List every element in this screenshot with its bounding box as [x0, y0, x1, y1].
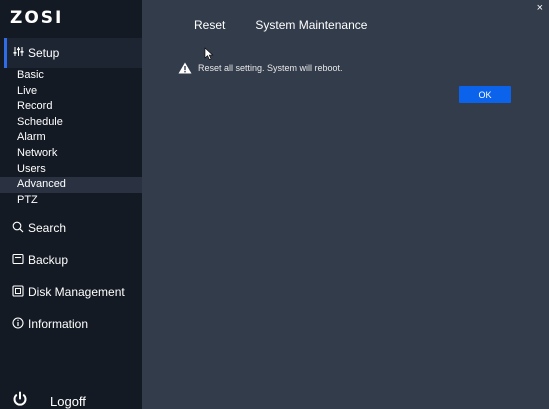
submenu-item-ptz[interactable]: PTZ	[0, 193, 142, 209]
submenu-item-alarm[interactable]: Alarm	[0, 130, 142, 146]
logoff-label: Logoff	[50, 393, 86, 409]
submenu-item-record[interactable]: Record	[0, 99, 142, 115]
submenu-item-network[interactable]: Network	[0, 146, 142, 162]
reset-warning: Reset all setting. System will reboot.	[178, 62, 343, 74]
sidebar-item-information[interactable]: Information	[0, 311, 142, 337]
main-panel: Reset System Maintenance × Reset all set…	[142, 0, 549, 409]
search-icon	[11, 221, 25, 236]
ok-button[interactable]: OK	[459, 86, 511, 103]
sidebar-item-backup[interactable]: Backup	[0, 247, 142, 273]
sidebar-item-label: Information	[28, 317, 89, 331]
sidebar-item-setup[interactable]: Setup	[4, 38, 142, 68]
app-window: ZOSI Setup Basic Live Record Schedule Al…	[0, 0, 549, 409]
logoff-button[interactable]: Logoff	[0, 388, 142, 409]
submenu-item-basic[interactable]: Basic	[0, 68, 142, 84]
setup-submenu: Basic Live Record Schedule Alarm Network…	[0, 68, 142, 208]
power-icon	[12, 391, 30, 409]
warning-icon	[178, 62, 192, 74]
sidebar-item-label: Disk Management	[28, 285, 125, 299]
tab-system-maintenance[interactable]: System Maintenance	[255, 18, 367, 32]
sidebar-item-disk-management[interactable]: Disk Management	[0, 279, 142, 305]
submenu-item-advanced[interactable]: Advanced	[0, 177, 142, 193]
sidebar: ZOSI Setup Basic Live Record Schedule Al…	[0, 0, 142, 409]
sidebar-item-label: Backup	[28, 253, 69, 267]
info-icon	[11, 316, 25, 332]
warning-text: Reset all setting. System will reboot.	[198, 63, 343, 73]
zosi-logo: ZOSI	[10, 8, 64, 28]
sidebar-item-label: Setup	[28, 46, 60, 60]
sidebar-item-search[interactable]: Search	[0, 215, 142, 241]
sidebar-item-label: Search	[28, 221, 67, 235]
close-icon[interactable]: ×	[537, 2, 543, 14]
submenu-item-users[interactable]: Users	[0, 162, 142, 178]
submenu-item-live[interactable]: Live	[0, 84, 142, 100]
backup-icon	[11, 253, 25, 268]
tab-bar: Reset System Maintenance	[194, 18, 397, 32]
disk-icon	[11, 284, 25, 300]
submenu-item-schedule[interactable]: Schedule	[0, 115, 142, 131]
tab-reset[interactable]: Reset	[194, 18, 225, 32]
mouse-cursor-icon	[204, 47, 214, 61]
sliders-icon	[13, 46, 24, 60]
